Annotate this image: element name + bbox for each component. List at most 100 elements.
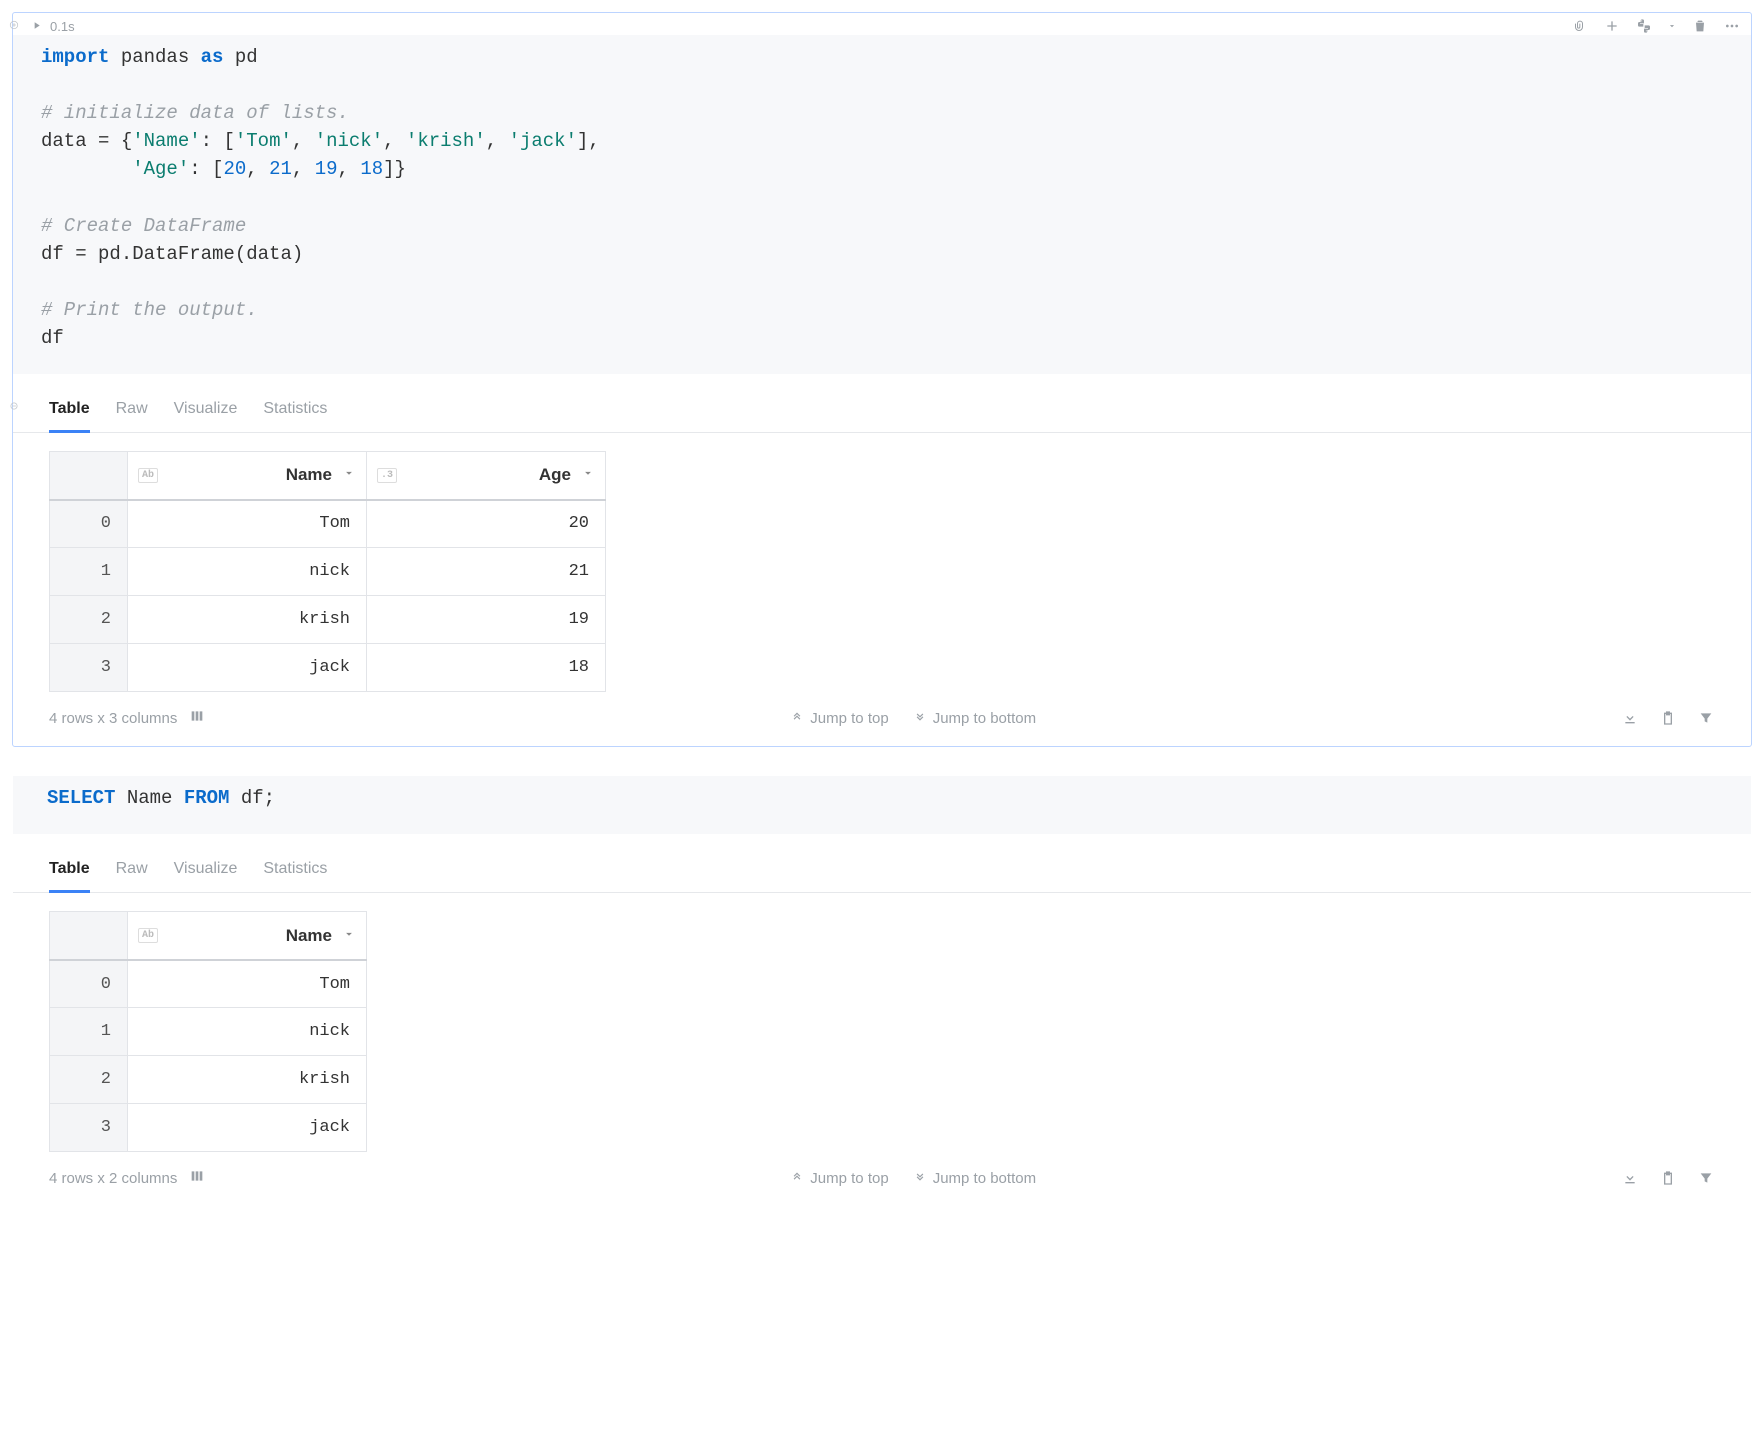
clipboard-icon[interactable] [1659, 709, 1677, 727]
code-token: pd [235, 46, 258, 68]
code-token: df; [229, 787, 275, 809]
chevron-down-icon[interactable] [342, 465, 356, 485]
index-header[interactable] [50, 452, 128, 500]
code-editor[interactable]: SELECT Name FROM df; [13, 776, 1751, 834]
more-icon[interactable] [1723, 17, 1741, 35]
column-header-name[interactable]: Ab Name [128, 912, 367, 960]
code-token: data = { [41, 130, 132, 152]
run-icon[interactable] [31, 19, 42, 34]
code-token: 'Name' [132, 130, 200, 152]
code-token: , [246, 158, 269, 180]
row-index: 2 [50, 596, 128, 644]
row-index: 1 [50, 1008, 128, 1056]
tab-raw[interactable]: Raw [116, 854, 148, 892]
code-token: df = pd.DataFrame(data) [41, 243, 303, 265]
tab-statistics[interactable]: Statistics [263, 394, 327, 432]
tab-table[interactable]: Table [49, 394, 90, 432]
table-row[interactable]: 1nick21 [50, 548, 606, 596]
add-cell-icon[interactable] [1603, 17, 1621, 35]
type-tag-string: Ab [138, 468, 158, 483]
jump-to-top[interactable]: Jump to top [790, 710, 888, 727]
code-token: # Print the output. [41, 299, 258, 321]
row-index: 3 [50, 644, 128, 692]
cell-name: krish [128, 1056, 367, 1104]
code-token: , [383, 130, 406, 152]
code-cell-2[interactable]: SELECT Name FROM df; Table Raw Visualize… [12, 775, 1752, 1207]
code-token: 'krish' [406, 130, 486, 152]
table-row[interactable]: 0Tom [50, 960, 367, 1008]
code-token: 18 [360, 158, 383, 180]
column-header-age[interactable]: .3 Age [367, 452, 606, 500]
code-token: , [292, 130, 315, 152]
code-token: 20 [223, 158, 246, 180]
collapse-output-icon[interactable] [9, 401, 19, 411]
type-tag-string: Ab [138, 928, 158, 943]
column-name: Name [158, 926, 342, 946]
cell-age: 21 [367, 548, 606, 596]
jump-bottom-label: Jump to bottom [933, 1170, 1036, 1187]
jump-to-bottom[interactable]: Jump to bottom [913, 710, 1036, 727]
code-token: # initialize data of lists. [41, 102, 349, 124]
exec-time: 0.1s [50, 19, 75, 34]
cell-name: Tom [128, 960, 367, 1008]
row-index: 2 [50, 1056, 128, 1104]
code-token: : [ [201, 130, 235, 152]
filter-icon[interactable] [1697, 1169, 1715, 1187]
table-row[interactable]: 1nick [50, 1008, 367, 1056]
jump-to-bottom[interactable]: Jump to bottom [913, 1170, 1036, 1187]
kernel-dropdown-icon[interactable] [1667, 17, 1677, 35]
code-token: 'jack' [509, 130, 577, 152]
index-header[interactable] [50, 912, 128, 960]
output-area: Table Raw Visualize Statistics Ab Name [13, 374, 1751, 746]
cell-age: 20 [367, 500, 606, 548]
code-token: 19 [315, 158, 338, 180]
output-tabs: Table Raw Visualize Statistics [13, 374, 1751, 433]
row-index: 0 [50, 960, 128, 1008]
delete-icon[interactable] [1691, 17, 1709, 35]
filter-icon[interactable] [1697, 709, 1715, 727]
jump-top-label: Jump to top [810, 1170, 888, 1187]
jump-to-top[interactable]: Jump to top [790, 1170, 888, 1187]
clipboard-icon[interactable] [1659, 1169, 1677, 1187]
tab-visualize[interactable]: Visualize [174, 854, 238, 892]
columns-icon[interactable] [189, 708, 205, 728]
jump-top-label: Jump to top [810, 710, 888, 727]
table-row[interactable]: 3jack [50, 1104, 367, 1152]
code-token: # Create DataFrame [41, 215, 246, 237]
tab-statistics[interactable]: Statistics [263, 854, 327, 892]
column-name: Name [158, 465, 342, 485]
python-icon[interactable] [1635, 17, 1653, 35]
cell-age: 19 [367, 596, 606, 644]
attach-icon[interactable] [1571, 17, 1589, 35]
cell-name: nick [128, 1008, 367, 1056]
chevron-down-icon[interactable] [581, 465, 595, 485]
code-token: 'Age' [132, 158, 189, 180]
code-editor[interactable]: import pandas as pd # initialize data of… [13, 35, 1751, 374]
code-token: df [41, 327, 64, 349]
code-token: 'Tom' [235, 130, 292, 152]
chevron-down-icon[interactable] [342, 926, 356, 946]
tab-table[interactable]: Table [49, 854, 90, 892]
code-token: Name [115, 787, 183, 809]
table-row[interactable]: 3jack18 [50, 644, 606, 692]
dataframe-table: Ab Name 0Tom 1nick 2krish 3jack [49, 911, 367, 1152]
cell-name: krish [128, 596, 367, 644]
cell-name: Tom [128, 500, 367, 548]
cell-age: 18 [367, 644, 606, 692]
code-token: : [ [189, 158, 223, 180]
columns-icon[interactable] [189, 1168, 205, 1188]
table-row[interactable]: 2krish [50, 1056, 367, 1104]
column-header-name[interactable]: Ab Name [128, 452, 367, 500]
collapse-input-icon[interactable] [9, 20, 19, 30]
tab-raw[interactable]: Raw [116, 394, 148, 432]
table-row[interactable]: 0Tom20 [50, 500, 606, 548]
cell-name: nick [128, 548, 367, 596]
code-cell-1[interactable]: 0.1s import pandas as pd # initialize da… [12, 12, 1752, 747]
download-icon[interactable] [1621, 1169, 1639, 1187]
tab-visualize[interactable]: Visualize [174, 394, 238, 432]
table-row[interactable]: 2krish19 [50, 596, 606, 644]
download-icon[interactable] [1621, 709, 1639, 727]
code-token: pandas [121, 46, 189, 68]
column-name: Age [397, 465, 581, 485]
code-token: ], [577, 130, 600, 152]
